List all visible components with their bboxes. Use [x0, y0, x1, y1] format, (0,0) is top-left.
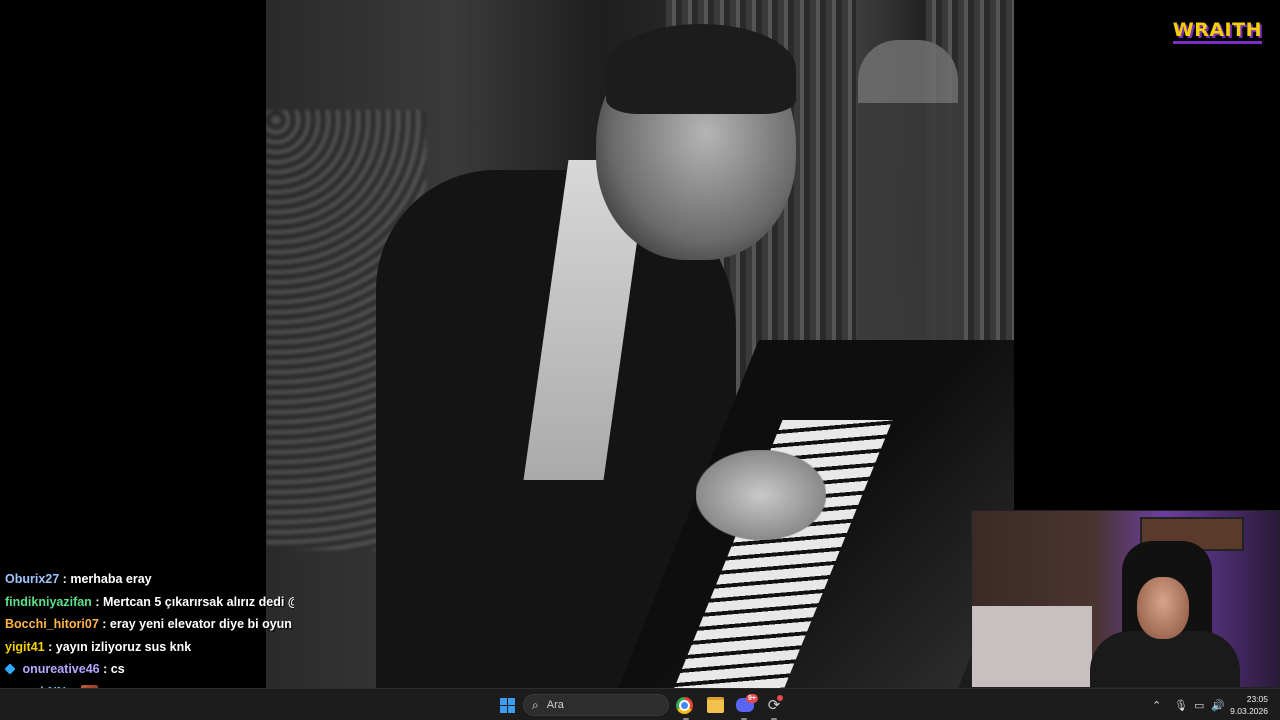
discord-notification-badge: 9+ [746, 694, 758, 703]
streamer-body [1090, 631, 1240, 687]
shelf [972, 606, 1092, 687]
webcam-overlay [971, 510, 1280, 688]
chevron-up-icon[interactable]: ⌃ [1152, 694, 1161, 716]
chat-message: yigit41 : yayın izliyoruz sus knk [0, 636, 294, 659]
streamer-head [1137, 577, 1189, 639]
woman-figure [858, 40, 958, 390]
chat-text: eray yeni elevator diye bi oyun var [109, 617, 294, 631]
search-icon: ⌕ [532, 697, 539, 712]
chat-text: Mertcan 5 çıkarırsak alırız dedi @E [102, 594, 294, 609]
chrome-icon[interactable] [676, 697, 693, 714]
chat-username: yigit41 [5, 639, 45, 654]
discord-icon[interactable]: 9+ [734, 694, 758, 716]
chat-message: findikniyazifan : Mertcan 5 çıkarırsak a… [0, 591, 294, 614]
taskbar-clock[interactable]: 23:05 9.03.2026 [1230, 693, 1268, 717]
chat-text: cs [110, 662, 125, 676]
subscriber-badge-icon [4, 663, 16, 675]
pianist-hair [606, 24, 796, 114]
volume-icon[interactable]: 🔊 [1211, 694, 1225, 716]
clock-time: 23:05 [1246, 694, 1268, 704]
chat-separator: : [103, 662, 108, 676]
microphone-icon[interactable]: 🎙 [1174, 694, 1188, 716]
chat-message: onureative46 : cs [0, 658, 294, 681]
chat-separator: : [102, 617, 107, 631]
chat-separator: : [95, 594, 100, 609]
windows-start-icon[interactable] [496, 694, 518, 716]
wraith-logo: WRAITH [1172, 20, 1262, 44]
taskbar-search[interactable]: ⌕ Ara [523, 694, 669, 716]
app-icon[interactable]: ⟳ [763, 694, 785, 716]
chat-username: Bocchi_hitori07 [5, 617, 99, 631]
chat-username: onureative46 [22, 662, 100, 676]
network-icon[interactable]: ▭ [1194, 694, 1204, 716]
chat-separator: : [48, 639, 53, 654]
chat-username: Oburix27 [5, 572, 60, 586]
chat-separator: : [62, 572, 67, 586]
search-placeholder: Ara [546, 699, 564, 711]
file-explorer-icon[interactable] [704, 694, 726, 716]
stream-photo [266, 0, 1014, 688]
pianist-hands [696, 450, 826, 540]
windows-taskbar: ⌕ Ara 9+ ⟳ ⌃ 🎙 ▭ 🔊 23:05 9.03.2026 [0, 688, 1280, 720]
chat-message: Bocchi_hitori07 : eray yeni elevator diy… [0, 613, 294, 636]
chat-text: merhaba eray [70, 572, 152, 586]
chat-username: findikniyazifan [5, 594, 92, 609]
chat-message: Oburix27 : merhaba eray [0, 568, 294, 591]
clock-date: 9.03.2026 [1230, 706, 1268, 716]
chat-text: yayın izliyoruz sus knk [55, 639, 192, 654]
